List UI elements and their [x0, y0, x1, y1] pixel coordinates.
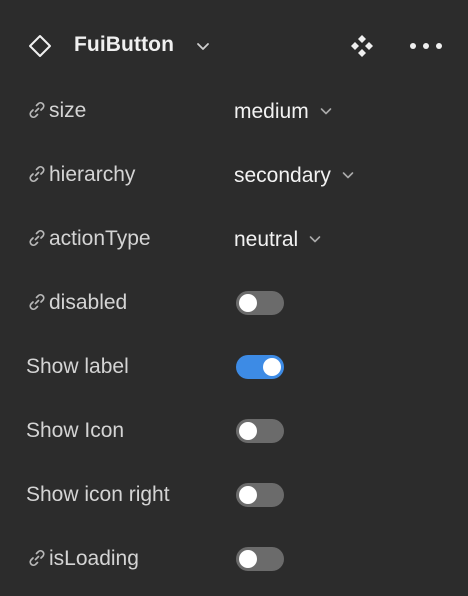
property-toggle[interactable]	[236, 291, 284, 315]
component-diamond-icon	[29, 35, 51, 57]
more-horizontal-icon[interactable]	[407, 33, 445, 59]
property-label: hierarchy	[49, 163, 136, 186]
property-toggle[interactable]	[236, 483, 284, 507]
component-properties-panel: FuiButton size medium hierarchy secondary ac…	[0, 0, 468, 596]
property-label: actionType	[49, 227, 151, 250]
property-row: actionType neutral	[0, 218, 468, 258]
dropdown-value: secondary	[234, 164, 331, 187]
chevron-down-icon	[340, 167, 356, 183]
toggle-knob	[239, 550, 257, 568]
panel-header: FuiButton	[0, 22, 468, 70]
link-icon	[26, 291, 48, 313]
chevron-down-icon[interactable]	[194, 37, 212, 55]
instance-icon[interactable]	[349, 33, 375, 59]
dropdown-value: neutral	[234, 228, 299, 251]
property-row: hierarchy secondary	[0, 154, 468, 194]
property-dropdown[interactable]: secondary	[234, 163, 356, 189]
chevron-down-icon	[318, 103, 334, 119]
property-dropdown[interactable]: medium	[234, 99, 334, 125]
property-dropdown[interactable]: neutral	[234, 227, 323, 253]
chevron-down-icon	[307, 231, 323, 247]
property-row: disabled	[0, 282, 468, 322]
link-icon	[26, 547, 48, 569]
property-label: isLoading	[49, 547, 139, 570]
property-row: Show label	[0, 346, 468, 386]
toggle-knob	[239, 486, 257, 504]
dropdown-value: medium	[234, 100, 309, 123]
property-row: isLoading	[0, 538, 468, 578]
link-icon	[26, 99, 48, 121]
property-label: Show Icon	[26, 419, 125, 442]
toggle-knob	[239, 422, 257, 440]
toggle-knob	[263, 358, 281, 376]
link-icon	[26, 163, 48, 185]
property-toggle[interactable]	[236, 355, 284, 379]
property-row: size medium	[0, 90, 468, 130]
property-row: Show Icon	[0, 410, 468, 450]
link-icon	[26, 227, 48, 249]
property-toggle[interactable]	[236, 547, 284, 571]
component-title[interactable]: FuiButton	[74, 33, 174, 57]
property-toggle[interactable]	[236, 419, 284, 443]
property-label: size	[49, 99, 87, 122]
property-row: Show icon right	[0, 474, 468, 514]
property-label: Show label	[26, 355, 129, 378]
property-label: Show icon right	[26, 483, 170, 506]
property-label: disabled	[49, 291, 128, 314]
toggle-knob	[239, 294, 257, 312]
